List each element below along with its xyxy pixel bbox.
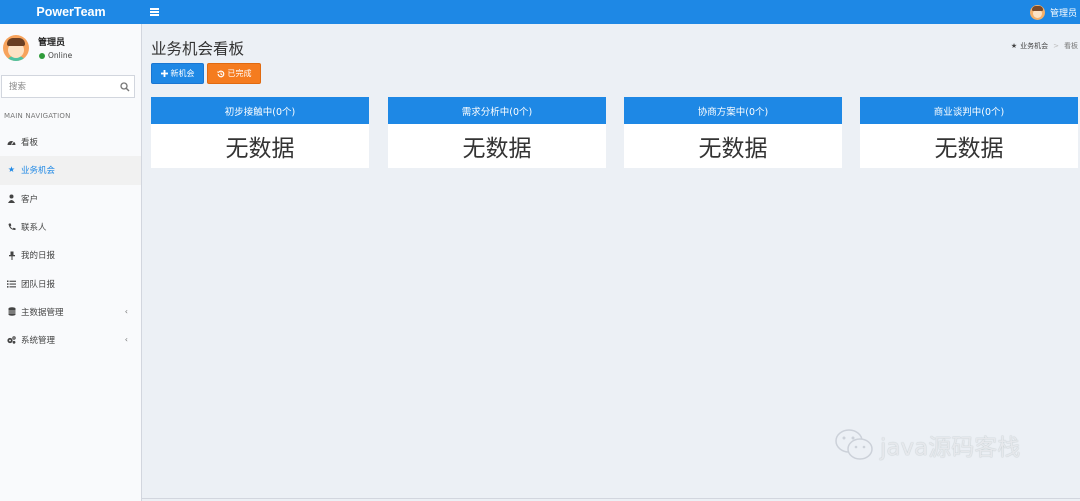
user-panel: 管理员 Online — [0, 24, 141, 70]
sidebar-item-my-daily-report[interactable]: 我的日报 — [0, 241, 141, 269]
breadcrumb: ★ 业务机会 > 看板 — [1011, 41, 1078, 51]
sidebar-menu: 看板 ★ 业务机会 客户 联系人 我的日报 团队日报 主数据管理 ‹ 系统管理 … — [0, 128, 141, 354]
sidebar-item-label: 团队日报 — [21, 279, 56, 290]
sidebar-item-label: 业务机会 — [21, 166, 56, 177]
top-navbar: PowerTeam 管理员 — [0, 0, 1080, 24]
search-input[interactable] — [2, 76, 115, 97]
watermark: java源码客栈 — [834, 428, 1020, 462]
hamburger-icon — [149, 8, 159, 16]
board-header: 初步接触中(0个) — [151, 97, 369, 124]
sidebar-toggle-button[interactable] — [142, 0, 166, 24]
page-title: 业务机会看板 — [151, 40, 245, 58]
list-icon — [7, 279, 16, 288]
board-negotiation: 商业谈判中(0个) 无数据 — [860, 97, 1078, 169]
nav-header: MAIN NAVIGATION — [4, 112, 71, 120]
plus-icon — [160, 70, 168, 77]
user-panel-name: 管理员 — [38, 38, 66, 48]
sidebar-item-team-daily-report[interactable]: 团队日报 — [0, 269, 141, 297]
board-initial-contact: 初步接触中(0个) 无数据 — [151, 97, 369, 169]
sidebar-item-contacts[interactable]: 联系人 — [0, 213, 141, 241]
sidebar-item-label: 系统管理 — [21, 336, 56, 347]
pin-icon — [7, 251, 16, 260]
footer-divider — [142, 498, 1080, 499]
sidebar-item-master-data[interactable]: 主数据管理 ‹ — [0, 298, 141, 326]
user-status-text: Online — [48, 51, 73, 60]
online-dot-icon — [39, 52, 45, 59]
database-icon — [7, 307, 16, 317]
board-proposal: 协商方案中(0个) 无数据 — [624, 97, 842, 169]
search-icon — [119, 81, 129, 91]
user-status: Online — [39, 51, 72, 60]
breadcrumb-current: 看板 — [1064, 42, 1078, 50]
sidebar-search — [1, 75, 135, 98]
sidebar-item-label: 联系人 — [21, 223, 47, 234]
sidebar-item-label: 看板 — [21, 138, 39, 149]
star-icon: ★ — [1010, 42, 1018, 50]
cogs-icon — [7, 336, 16, 345]
board-empty-text: 无数据 — [624, 124, 842, 168]
phone-icon — [7, 223, 16, 232]
board-empty-text: 无数据 — [151, 124, 369, 168]
dashboard-icon — [7, 138, 16, 147]
breadcrumb-parent[interactable]: 业务机会 — [1020, 41, 1048, 51]
board-empty-text: 无数据 — [388, 124, 606, 168]
completed-button[interactable]: 已完成 — [207, 63, 261, 84]
user-avatar — [3, 35, 29, 61]
sidebar-item-label: 主数据管理 — [21, 307, 64, 318]
completed-label: 已完成 — [227, 69, 252, 78]
sidebar-item-label: 客户 — [21, 194, 39, 205]
watermark-text: java源码客栈 — [880, 435, 1021, 461]
chevron-left-icon: ‹ — [124, 335, 128, 345]
sidebar-item-label: 我的日报 — [21, 251, 56, 262]
board-header: 需求分析中(0个) — [388, 97, 606, 124]
history-icon — [217, 70, 224, 77]
sidebar-item-system-settings[interactable]: 系统管理 ‹ — [0, 326, 141, 354]
user-menu-name: 管理员 — [1049, 8, 1077, 19]
search-button[interactable] — [115, 76, 134, 97]
board-empty-text: 无数据 — [860, 124, 1078, 168]
board-header: 商业谈判中(0个) — [860, 97, 1078, 124]
chevron-left-icon: ‹ — [124, 306, 128, 316]
star-icon: ★ — [7, 165, 16, 175]
user-menu[interactable]: 管理员 — [1029, 0, 1077, 24]
sidebar-item-dashboard[interactable]: 看板 — [0, 128, 141, 156]
sidebar-item-customers[interactable]: 客户 — [0, 185, 141, 213]
breadcrumb-separator: > — [1053, 42, 1059, 50]
avatar — [1029, 4, 1045, 20]
sidebar: 管理员 Online MAIN NAVIGATION 看板 ★ 业务机会 — [0, 24, 142, 501]
board-header: 协商方案中(0个) — [624, 97, 842, 124]
wechat-icon — [835, 429, 873, 460]
board-needs-analysis: 需求分析中(0个) 无数据 — [388, 97, 606, 169]
users-icon — [7, 194, 16, 204]
new-opportunity-button[interactable]: 新机会 — [151, 63, 204, 84]
sidebar-item-opportunities[interactable]: ★ 业务机会 — [0, 156, 141, 185]
brand-logo[interactable]: PowerTeam — [0, 0, 142, 24]
new-opportunity-label: 新机会 — [170, 69, 195, 78]
